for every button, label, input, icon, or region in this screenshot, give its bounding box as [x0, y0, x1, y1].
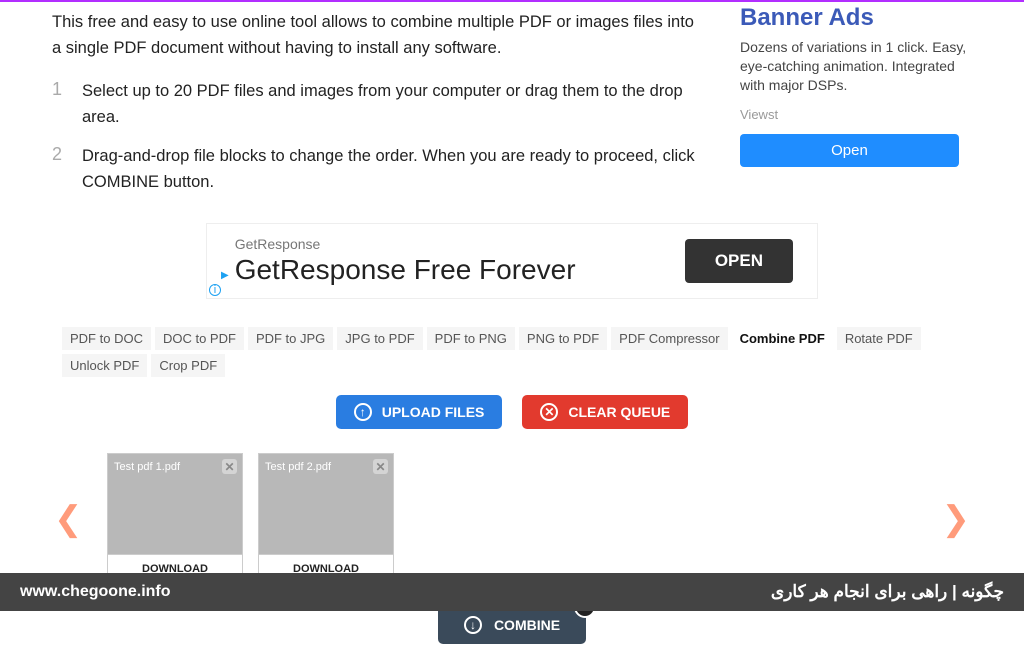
file-card[interactable]: Test pdf 1.pdf ✕ DOWNLOAD: [107, 453, 243, 584]
remove-file-button[interactable]: ✕: [222, 459, 237, 474]
step-text: Select up to 20 PDF files and images fro…: [82, 79, 704, 130]
ad-choices-icon[interactable]: ▶: [221, 270, 229, 281]
banner-headline: GetResponse Free Forever: [235, 254, 576, 286]
clear-button-label: CLEAR QUEUE: [568, 404, 670, 420]
tab-jpg-to-pdf[interactable]: JPG to PDF: [337, 327, 422, 350]
download-icon: ↓: [464, 616, 482, 634]
step-text: Drag-and-drop file blocks to change the …: [82, 144, 704, 195]
ad-info-icon[interactable]: i: [209, 284, 221, 296]
steps-list: 1 Select up to 20 PDF files and images f…: [52, 79, 704, 195]
file-thumbnail: Test pdf 1.pdf ✕: [108, 454, 242, 554]
footer-text: چگونه | راهی برای انجام هر کاری: [771, 582, 1004, 602]
step-number: 1: [52, 79, 66, 130]
tab-png-to-pdf[interactable]: PNG to PDF: [519, 327, 607, 350]
footer-url: www.chegoone.info: [20, 583, 171, 601]
step-item: 2 Drag-and-drop file blocks to change th…: [52, 144, 704, 195]
upload-files-button[interactable]: ↑ UPLOAD FILES: [336, 395, 503, 429]
file-name: Test pdf 2.pdf: [265, 461, 331, 473]
tab-rotate-pdf[interactable]: Rotate PDF: [837, 327, 921, 350]
remove-file-button[interactable]: ✕: [373, 459, 388, 474]
file-name: Test pdf 1.pdf: [114, 461, 180, 473]
carousel-next-button[interactable]: ❯: [942, 499, 971, 539]
tab-pdf-to-png[interactable]: PDF to PNG: [427, 327, 515, 350]
tab-unlock-pdf[interactable]: Unlock PDF: [62, 354, 147, 377]
file-queue[interactable]: ❮ Test pdf 1.pdf ✕ DOWNLOAD Test pdf 2.p…: [72, 453, 952, 584]
carousel-prev-button[interactable]: ❮: [54, 499, 83, 539]
tab-pdf-compressor[interactable]: PDF Compressor: [611, 327, 727, 350]
step-number: 2: [52, 144, 66, 195]
tool-tabs: PDF to DOC DOC to PDF PDF to JPG JPG to …: [52, 327, 972, 377]
upload-button-label: UPLOAD FILES: [382, 404, 485, 420]
upload-icon: ↑: [354, 403, 372, 421]
file-thumbnail: Test pdf 2.pdf ✕: [259, 454, 393, 554]
ad-description: Dozens of variations in 1 click. Easy, e…: [740, 38, 972, 95]
file-card[interactable]: Test pdf 2.pdf ✕ DOWNLOAD: [258, 453, 394, 584]
sidebar-ad: Banner Ads Dozens of variations in 1 cli…: [740, 10, 972, 209]
combine-button[interactable]: ↓ COMBINE 2: [438, 606, 586, 644]
intro-text: This free and easy to use online tool al…: [52, 10, 704, 61]
tab-combine-pdf[interactable]: Combine PDF: [732, 327, 833, 350]
ad-title: Banner Ads: [740, 4, 972, 32]
step-item: 1 Select up to 20 PDF files and images f…: [52, 79, 704, 130]
banner-brand: GetResponse: [235, 236, 576, 252]
banner-ad[interactable]: i ▶ GetResponse GetResponse Free Forever…: [206, 223, 818, 299]
tab-crop-pdf[interactable]: Crop PDF: [151, 354, 225, 377]
tab-pdf-to-doc[interactable]: PDF to DOC: [62, 327, 151, 350]
clear-queue-button[interactable]: ✕ CLEAR QUEUE: [522, 395, 688, 429]
ad-open-button[interactable]: Open: [740, 134, 959, 167]
combine-button-label: COMBINE: [494, 617, 560, 633]
ad-brand: Viewst: [740, 107, 972, 122]
banner-open-button[interactable]: OPEN: [685, 239, 793, 283]
clear-icon: ✕: [540, 403, 558, 421]
tab-doc-to-pdf[interactable]: DOC to PDF: [155, 327, 244, 350]
main-upload-area: ↑ UPLOAD FILES ✕ CLEAR QUEUE ❮ Test pdf …: [62, 381, 962, 658]
page-footer: www.chegoone.info چگونه | راهی برای انجا…: [0, 573, 1024, 611]
tab-pdf-to-jpg[interactable]: PDF to JPG: [248, 327, 333, 350]
